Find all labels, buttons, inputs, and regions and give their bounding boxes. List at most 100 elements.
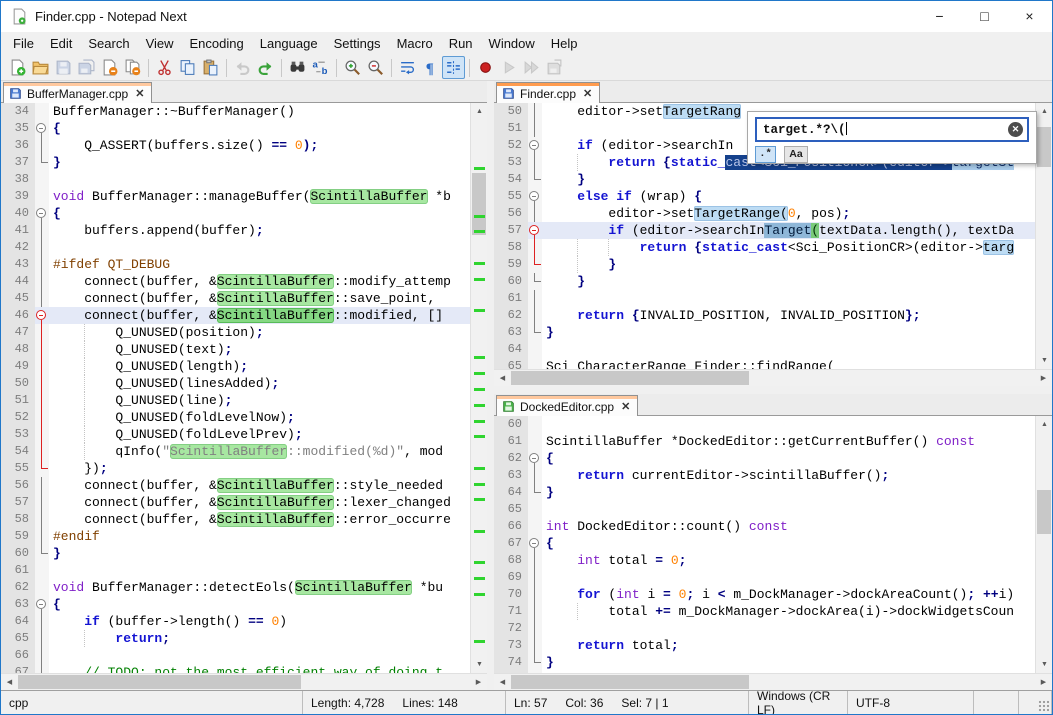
line-number[interactable]: 71 [494, 603, 528, 620]
status-eol[interactable]: Windows (CR LF) [749, 691, 848, 714]
line-number[interactable]: 54 [1, 443, 35, 460]
line-number[interactable]: 48 [1, 341, 35, 358]
status-language[interactable]: cpp [1, 691, 303, 714]
line-number[interactable]: 53 [494, 154, 528, 171]
fold-margin[interactable] [528, 171, 542, 188]
line-number[interactable]: 67 [1, 664, 35, 673]
fold-margin[interactable] [528, 239, 542, 256]
fold-margin[interactable] [35, 171, 49, 188]
line-number[interactable]: 58 [1, 511, 35, 528]
line-number[interactable]: 52 [494, 137, 528, 154]
line-number[interactable]: 62 [1, 579, 35, 596]
h-scrollbar-left[interactable]: ◀▶ [1, 673, 487, 690]
line-number[interactable]: 63 [494, 324, 528, 341]
indent-guides-icon[interactable] [442, 56, 465, 79]
word-wrap-icon[interactable] [396, 56, 419, 79]
editor-buffermanager[interactable]: 34BufferManager::~BufferManager()35{36 Q… [1, 103, 487, 673]
fold-margin[interactable] [35, 205, 49, 222]
fold-margin[interactable] [35, 290, 49, 307]
line-number[interactable]: 63 [494, 467, 528, 484]
line-number[interactable]: 59 [494, 256, 528, 273]
fold-margin[interactable] [528, 358, 542, 369]
v-scrollbar-thumb[interactable] [472, 173, 486, 235]
line-number[interactable]: 65 [494, 358, 528, 369]
line-number[interactable]: 36 [1, 137, 35, 154]
fold-margin[interactable] [35, 443, 49, 460]
h-scrollbar-thumb[interactable] [18, 675, 301, 689]
line-number[interactable]: 54 [494, 171, 528, 188]
v-scrollbar[interactable]: ▲▼ [1035, 416, 1052, 673]
line-number[interactable]: 43 [1, 256, 35, 273]
fold-margin[interactable] [528, 256, 542, 273]
line-number[interactable]: 56 [1, 477, 35, 494]
fold-margin[interactable] [35, 273, 49, 290]
close-all-icon[interactable] [121, 56, 144, 79]
fold-margin[interactable] [35, 341, 49, 358]
fold-margin[interactable] [35, 358, 49, 375]
line-number[interactable]: 49 [1, 358, 35, 375]
fold-margin[interactable] [528, 603, 542, 620]
line-number[interactable]: 64 [1, 613, 35, 630]
line-number[interactable]: 61 [494, 290, 528, 307]
fold-margin[interactable] [528, 450, 542, 467]
editor-dockededitor[interactable]: 6061ScintillaBuffer *DockedEditor::getCu… [494, 416, 1052, 673]
line-number[interactable]: 72 [494, 620, 528, 637]
line-number[interactable]: 38 [1, 171, 35, 188]
fold-margin[interactable] [35, 647, 49, 664]
find-icon[interactable] [286, 56, 309, 79]
menu-macro[interactable]: Macro [389, 33, 441, 54]
close-file-icon[interactable] [98, 56, 121, 79]
line-number[interactable]: 51 [1, 392, 35, 409]
fold-margin[interactable] [35, 528, 49, 545]
v-scrollbar-thumb[interactable] [1037, 127, 1051, 167]
minimize-button[interactable]: − [917, 1, 962, 32]
fold-margin[interactable] [35, 120, 49, 137]
fold-margin[interactable] [528, 501, 542, 518]
fold-margin[interactable] [528, 552, 542, 569]
fold-margin[interactable] [528, 120, 542, 137]
line-number[interactable]: 52 [1, 409, 35, 426]
fold-margin[interactable] [35, 477, 49, 494]
h-scrollbar-dockededitor[interactable]: ◀▶ [494, 673, 1052, 690]
fold-margin[interactable] [528, 103, 542, 120]
h-scrollbar-finder[interactable]: ◀▶ [494, 369, 1052, 386]
fold-margin[interactable] [528, 273, 542, 290]
fold-margin[interactable] [528, 324, 542, 341]
line-number[interactable]: 61 [494, 433, 528, 450]
line-number[interactable]: 64 [494, 341, 528, 358]
line-number[interactable]: 45 [1, 290, 35, 307]
tab-close-icon[interactable]: ✕ [133, 87, 144, 100]
fold-margin[interactable] [528, 620, 542, 637]
fold-margin[interactable] [35, 103, 49, 120]
line-number[interactable]: 74 [494, 654, 528, 671]
fold-margin[interactable] [528, 654, 542, 671]
line-number[interactable]: 59 [1, 528, 35, 545]
fold-margin[interactable] [528, 416, 542, 433]
line-number[interactable]: 56 [494, 205, 528, 222]
fold-margin[interactable] [528, 307, 542, 324]
h-scrollbar-thumb[interactable] [511, 675, 749, 689]
tab-finder[interactable]: Finder.cpp ✕ [496, 82, 600, 103]
line-number[interactable]: 55 [494, 188, 528, 205]
fold-margin[interactable] [35, 222, 49, 239]
menu-language[interactable]: Language [252, 33, 326, 54]
fold-margin[interactable] [528, 188, 542, 205]
macro-record-icon[interactable] [474, 56, 497, 79]
line-number[interactable]: 41 [1, 222, 35, 239]
fold-margin[interactable] [35, 409, 49, 426]
fold-margin[interactable] [528, 290, 542, 307]
line-number[interactable]: 44 [1, 273, 35, 290]
line-number[interactable]: 46 [1, 307, 35, 324]
resize-grip[interactable] [1038, 700, 1050, 712]
line-number[interactable]: 39 [1, 188, 35, 205]
line-number[interactable]: 62 [494, 450, 528, 467]
new-file-icon[interactable] [6, 56, 29, 79]
line-number[interactable]: 55 [1, 460, 35, 477]
line-number[interactable]: 61 [1, 562, 35, 579]
menu-encoding[interactable]: Encoding [182, 33, 252, 54]
line-number[interactable]: 73 [494, 637, 528, 654]
fold-margin[interactable] [35, 324, 49, 341]
fold-margin[interactable] [35, 256, 49, 273]
line-number[interactable]: 50 [1, 375, 35, 392]
v-scrollbar[interactable]: ▲▼ [470, 103, 487, 673]
